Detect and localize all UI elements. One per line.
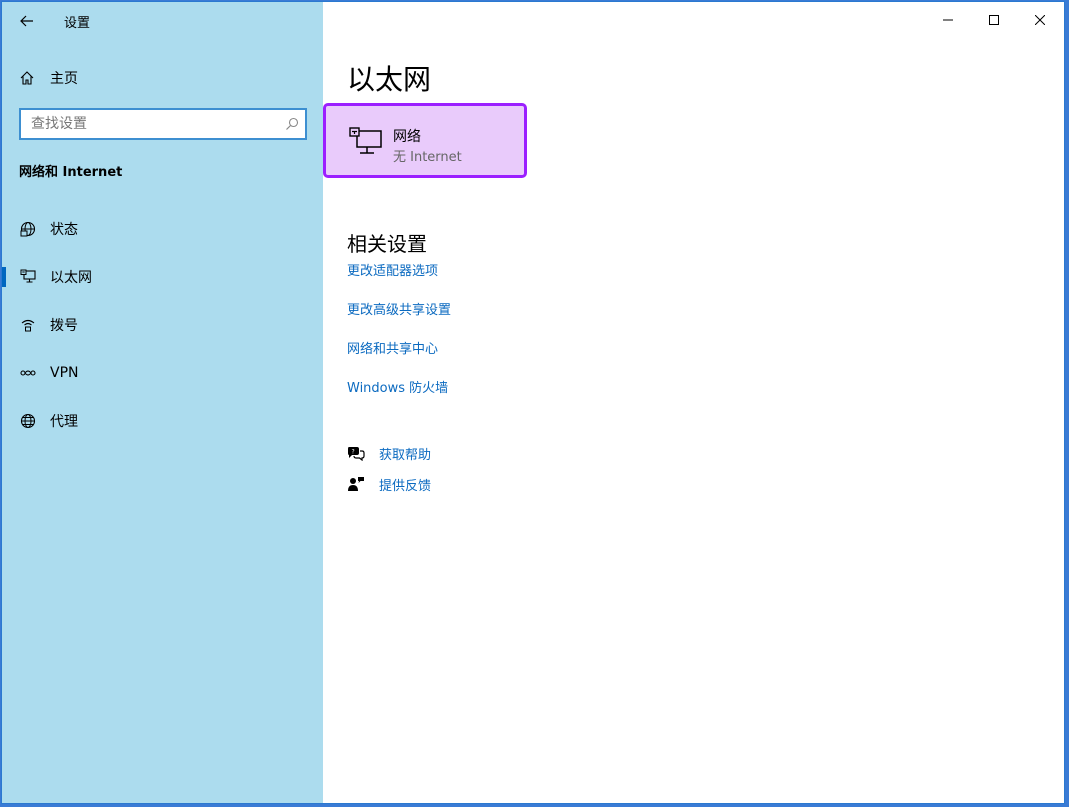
sidebar-item-label: 代理	[50, 414, 78, 430]
sidebar-item-label: 拨号	[50, 318, 78, 334]
get-help-row[interactable]: ? 获取帮助	[347, 443, 431, 463]
sidebar-item-status[interactable]: 状态	[2, 209, 323, 249]
search-box[interactable]	[19, 108, 307, 140]
sidebar-home-label: 主页	[50, 71, 78, 87]
link-advanced-sharing[interactable]: 更改高级共享设置	[347, 299, 451, 318]
sidebar-item-label: 状态	[50, 222, 78, 238]
back-button[interactable]	[12, 8, 42, 34]
link-windows-firewall[interactable]: Windows 防火墙	[347, 377, 448, 396]
sidebar-home[interactable]: 主页	[18, 66, 78, 90]
minimize-button[interactable]	[925, 2, 971, 38]
active-indicator	[2, 267, 6, 287]
svg-text:?: ?	[352, 449, 355, 456]
sidebar-item-label: VPN	[50, 365, 79, 381]
main-content: 以太网 网络 无 Internet 相关设置 更改适配器选项 更改高级共享设置 …	[323, 2, 1064, 803]
sidebar-item-dialup[interactable]: 拨号	[2, 305, 323, 345]
sidebar-item-ethernet[interactable]: 以太网	[2, 257, 323, 297]
search-input[interactable]	[21, 110, 279, 138]
network-name: 网络	[393, 129, 421, 145]
close-icon	[1035, 15, 1045, 25]
ethernet-network-icon	[348, 126, 384, 160]
get-help-link[interactable]: 获取帮助	[379, 444, 431, 463]
sidebar-item-label: 以太网	[50, 270, 92, 286]
close-button[interactable]	[1017, 2, 1063, 38]
globe-status-icon	[19, 220, 37, 238]
link-network-sharing-center[interactable]: 网络和共享中心	[347, 338, 438, 357]
vpn-icon	[19, 364, 37, 382]
ethernet-icon	[19, 268, 37, 286]
back-arrow-icon	[20, 15, 33, 27]
globe-icon	[19, 412, 37, 430]
sidebar-item-vpn[interactable]: VPN	[2, 353, 323, 393]
feedback-person-icon	[347, 475, 365, 493]
maximize-button[interactable]	[971, 2, 1017, 38]
search-icon[interactable]	[279, 111, 305, 137]
related-settings-title: 相关设置	[347, 232, 427, 256]
maximize-icon	[989, 15, 999, 25]
network-card[interactable]: 网络 无 Internet	[323, 103, 527, 178]
network-status: 无 Internet	[393, 150, 462, 165]
page-title: 以太网	[347, 63, 432, 96]
sidebar-item-proxy[interactable]: 代理	[2, 401, 323, 441]
app-title: 设置	[64, 16, 91, 31]
sidebar: 设置 主页 网络和 Internet	[2, 2, 323, 803]
help-chat-icon: ?	[347, 444, 365, 462]
link-adapter-options[interactable]: 更改适配器选项	[347, 260, 438, 279]
home-icon	[18, 69, 36, 87]
sidebar-section-title: 网络和 Internet	[19, 165, 123, 180]
minimize-icon	[943, 19, 953, 21]
dialup-icon	[19, 316, 37, 334]
feedback-row[interactable]: 提供反馈	[347, 474, 431, 494]
settings-window: 设置 主页 网络和 Internet	[1, 1, 1065, 804]
feedback-link[interactable]: 提供反馈	[379, 475, 431, 494]
